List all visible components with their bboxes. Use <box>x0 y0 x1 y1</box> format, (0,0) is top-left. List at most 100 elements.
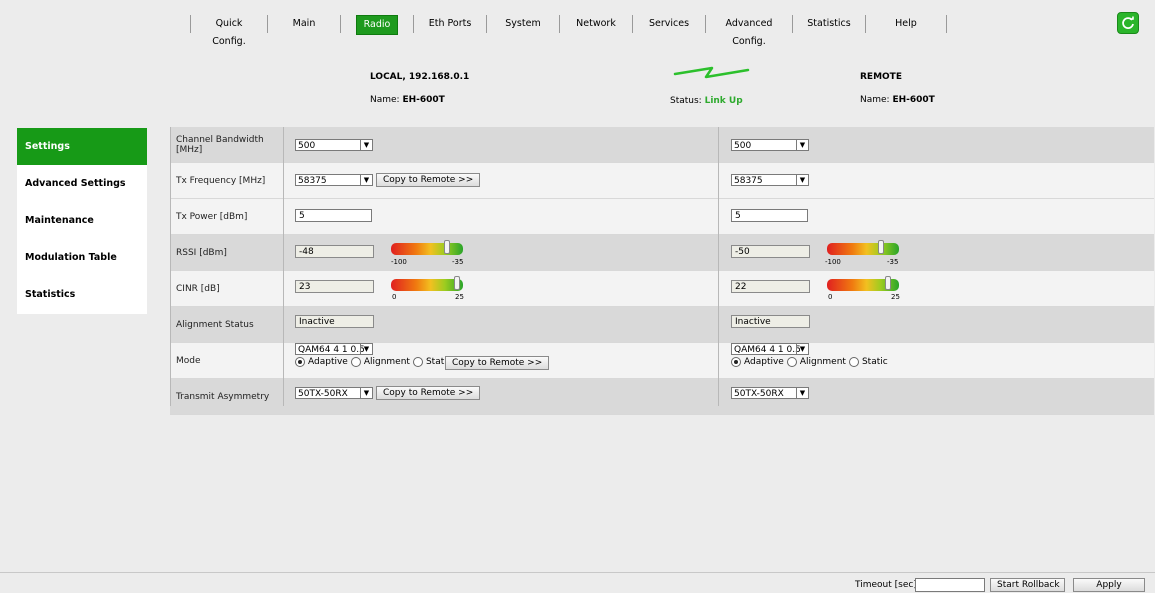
remote-name-label: Name: <box>860 95 893 105</box>
remote-asymmetry-select[interactable]: 50TX-50RX ▼ <box>731 387 809 399</box>
chevron-down-icon: ▼ <box>796 344 808 354</box>
sidebar-item-maintenance[interactable]: Maintenance <box>17 202 147 239</box>
sidebar-item-settings[interactable]: Settings <box>17 128 147 165</box>
select-value: 500 <box>734 141 752 151</box>
select-value: 500 <box>298 141 316 151</box>
chevron-down-icon: ▼ <box>796 388 808 398</box>
local-rssi-value: -48 <box>295 245 374 258</box>
row-label: Channel Bandwidth [MHz] <box>176 134 264 155</box>
status-value: Link Up <box>704 96 743 106</box>
select-value: QAM64 4 1 0.5 <box>734 345 801 355</box>
tab-label: Help <box>895 18 917 29</box>
tab-statistics[interactable]: Statistics <box>793 15 866 33</box>
tab-quick-config[interactable]: Quick Config. <box>190 15 268 47</box>
tab-main[interactable]: Main <box>268 15 341 33</box>
remote-mode-select[interactable]: QAM64 4 1 0.5 ▼ <box>731 343 809 355</box>
select-value: QAM64 4 1 0.5 <box>298 345 365 355</box>
top-nav: Quick Config. Main Radio Eth Ports Syste… <box>190 15 947 47</box>
remote-tx-frequency-select[interactable]: 58375 ▼ <box>731 174 809 186</box>
chevron-down-icon: ▼ <box>796 175 808 185</box>
tab-advanced-config[interactable]: Advanced Config. <box>706 15 793 47</box>
copy-mode-button[interactable]: Copy to Remote >> <box>445 356 550 370</box>
tab-eth-ports[interactable]: Eth Ports <box>414 15 487 33</box>
remote-alignment-status: Inactive <box>731 315 810 328</box>
chevron-down-icon: ▼ <box>796 140 808 150</box>
radio-static[interactable] <box>412 357 423 367</box>
gauge-max-label: -35 <box>887 258 899 266</box>
timeout-input[interactable] <box>915 578 985 592</box>
tab-label: Main <box>292 18 316 29</box>
radio-label: Alignment <box>799 357 846 367</box>
local-rssi-gauge <box>391 240 463 255</box>
tab-network[interactable]: Network <box>560 15 633 33</box>
chevron-down-icon: ▼ <box>360 388 372 398</box>
remote-cinr-value: 22 <box>731 280 810 293</box>
gauge-min-label: 0 <box>392 293 397 301</box>
copy-tx-frequency-button[interactable]: Copy to Remote >> <box>376 173 481 187</box>
remote-tx-power-input[interactable]: 5 <box>731 209 808 222</box>
apply-button[interactable]: Apply <box>1073 578 1145 592</box>
radio-alignment[interactable] <box>350 357 361 367</box>
local-tx-power-input[interactable]: 5 <box>295 209 372 222</box>
radio-label: Static <box>861 357 888 367</box>
gauge-min-label: -100 <box>825 258 841 266</box>
local-channel-bandwidth-select[interactable]: 500 ▼ <box>295 139 373 151</box>
status-label: Status: <box>670 96 705 106</box>
local-cinr-value: 23 <box>295 280 374 293</box>
row-label: Tx Frequency [MHz] <box>176 175 266 186</box>
radio-label: Adaptive <box>744 357 784 367</box>
divider <box>170 127 171 406</box>
gauge-marker <box>878 240 884 254</box>
select-value: 58375 <box>734 176 763 186</box>
remote-rssi-value: -50 <box>731 245 810 258</box>
link-status-icon <box>673 66 750 79</box>
radio-static[interactable] <box>848 357 859 367</box>
divider <box>718 127 719 406</box>
tab-label: Quick Config. <box>212 18 246 47</box>
remote-mode-radios: Adaptive Alignment Static <box>731 357 888 367</box>
select-value: 50TX-50RX <box>734 389 784 399</box>
remote-title: REMOTE <box>860 72 902 82</box>
remote-name: Name: EH-600T <box>860 95 935 105</box>
remote-rssi-gauge <box>827 240 899 255</box>
chevron-down-icon: ▼ <box>360 175 372 185</box>
remote-cinr-gauge <box>827 276 899 291</box>
local-mode-select[interactable]: QAM64 4 1 0.5 ▼ <box>295 343 373 355</box>
link-status: Status: Link Up <box>670 96 743 106</box>
sidebar-item-modulation-table[interactable]: Modulation Table <box>17 239 147 276</box>
copy-asymmetry-button[interactable]: Copy to Remote >> <box>376 386 481 400</box>
radio-adaptive[interactable] <box>295 357 305 367</box>
radio-label: Alignment <box>363 357 410 367</box>
gauge-max-label: 25 <box>455 293 464 301</box>
tab-services[interactable]: Services <box>633 15 706 33</box>
sidebar-item-statistics[interactable]: Statistics <box>17 276 147 313</box>
chevron-down-icon: ▼ <box>360 344 372 354</box>
tab-label: Statistics <box>807 18 851 29</box>
tab-help[interactable]: Help <box>866 15 947 33</box>
start-rollback-button[interactable]: Start Rollback <box>990 578 1065 592</box>
local-cinr-gauge <box>391 276 463 291</box>
row-label: Transmit Asymmetry <box>176 391 270 402</box>
row-label: Alignment Status <box>176 319 254 330</box>
row-label: RSSI [dBm] <box>176 247 227 258</box>
radio-settings-grid: Channel Bandwidth [MHz] Tx Frequency [MH… <box>170 127 1154 415</box>
chevron-down-icon: ▼ <box>360 140 372 150</box>
sidebar: Settings Advanced Settings Maintenance M… <box>17 128 147 314</box>
local-name: Name: EH-600T <box>370 95 445 105</box>
tab-system[interactable]: System <box>487 15 560 33</box>
remote-name-value: EH-600T <box>892 95 935 105</box>
sidebar-item-advanced-settings[interactable]: Advanced Settings <box>17 165 147 202</box>
divider <box>283 127 284 406</box>
tab-label: Services <box>648 18 690 29</box>
radio-alignment[interactable] <box>786 357 797 367</box>
remote-channel-bandwidth-select[interactable]: 500 ▼ <box>731 139 809 151</box>
refresh-button[interactable] <box>1117 12 1139 34</box>
local-asymmetry-select[interactable]: 50TX-50RX ▼ <box>295 387 373 399</box>
radio-adaptive[interactable] <box>731 357 741 367</box>
radio-label: Adaptive <box>308 357 348 367</box>
local-tx-frequency-select[interactable]: 58375 ▼ <box>295 174 373 186</box>
tab-label: Eth Ports <box>428 18 472 29</box>
tab-radio[interactable]: Radio <box>341 15 414 35</box>
select-value: 58375 <box>298 176 327 186</box>
tab-label: System <box>505 18 541 29</box>
